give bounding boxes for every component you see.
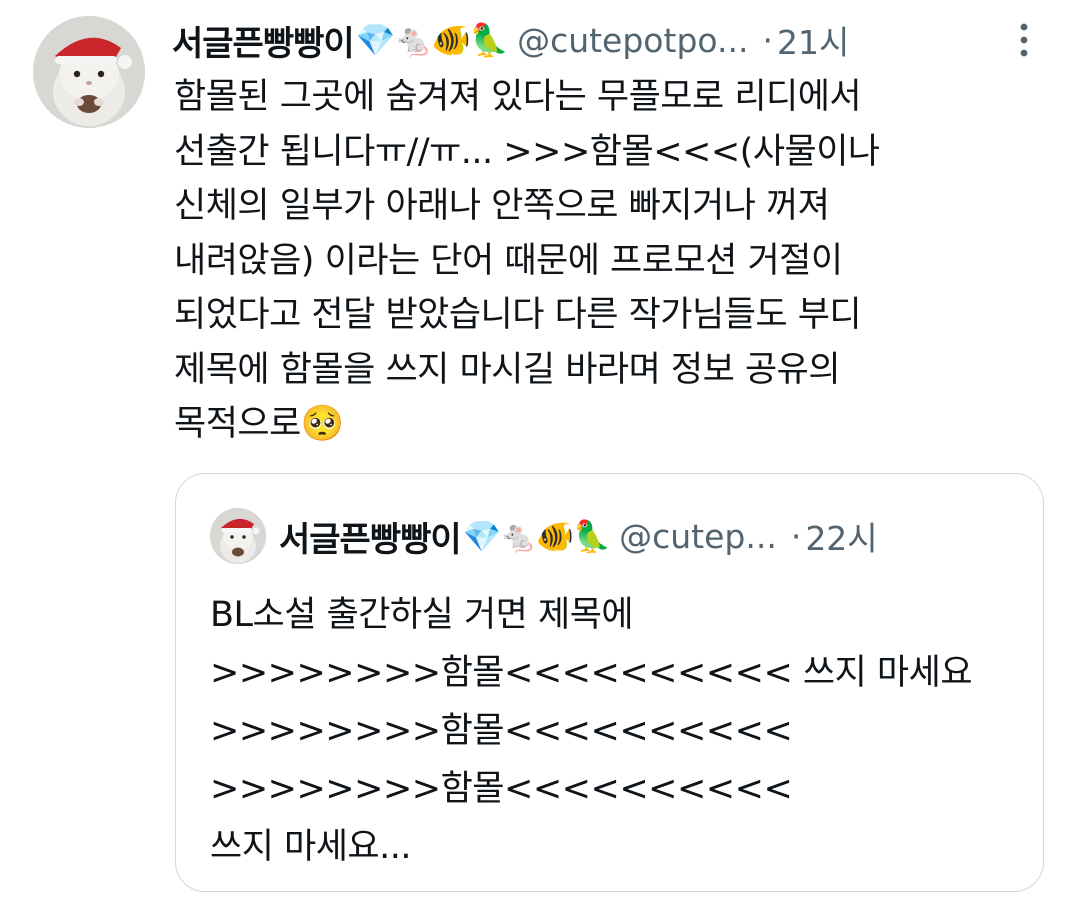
quoted-tweet-time: 22시 <box>805 519 878 558</box>
tweet-text: 함몰된 그곳에 숨겨져 있다는 무플모로 리디에서 선출간 됩니다ㅠ//ㅠ...… <box>174 70 1034 452</box>
tweet-text-line: 신체의 일부가 아래나 안쪽으로 빠지거나 꺼져 <box>174 186 830 226</box>
hamster-avatar-image <box>33 16 145 128</box>
separator-dot: · <box>762 20 773 60</box>
author-avatar[interactable] <box>33 16 145 128</box>
author-emojis: 💎🐁🐠🦜 <box>355 21 509 59</box>
quoted-text-line: >>>>>>>>함몰<<<<<<<<<< <box>210 711 793 751</box>
quoted-text-line: >>>>>>>>함몰<<<<<<<<<< 쓰지 마세요 <box>210 653 973 693</box>
author-name[interactable]: 서글픈빵빵이 <box>172 16 355 65</box>
tweet-text-line: 내려앉음) 이라는 단어 때문에 프로모션 거절이 <box>174 240 843 281</box>
quoted-text-line: BL소설 출간하실 거면 제목에 <box>210 595 634 635</box>
tweet-text-line: 제목에 함몰을 쓰지 마시길 바라며 정보 공유의 <box>174 349 841 390</box>
tweet-header: 서글픈빵빵이 💎🐁🐠🦜 @cutepotpo... · 21시 <box>172 14 1052 66</box>
tweet-text-line: 함몰된 그곳에 숨겨져 있다는 무플모로 리디에서 <box>174 77 862 117</box>
quoted-tweet-card[interactable]: 서글픈빵빵이 💎🐁🐠🦜 @cutep... · 22시 BL소설 출간하실 거면… <box>175 473 1044 892</box>
more-vertical-icon <box>1020 23 1028 57</box>
author-handle[interactable]: @cutepotpo... <box>517 21 748 60</box>
tweet-text-line: 되었다고 전달 받았습니다 다른 작가님들도 부디 <box>174 295 862 335</box>
quoted-separator-dot: · <box>790 516 802 556</box>
quoted-tweet-header: 서글픈빵빵이 💎🐁🐠🦜 @cutep... · 22시 <box>279 508 1019 564</box>
quoted-author-emojis: 💎🐁🐠🦜 <box>462 518 611 555</box>
quoted-text-line: 쓰지 마세요... <box>210 827 412 867</box>
quoted-tweet-text: BL소설 출간하실 거면 제목에 >>>>>>>>함몰<<<<<<<<<< 쓰지… <box>210 586 1010 876</box>
quoted-text-line: >>>>>>>>함몰<<<<<<<<<< <box>210 769 793 809</box>
quoted-author-handle: @cutep... <box>619 516 777 556</box>
tweet-time[interactable]: 21시 <box>777 16 849 64</box>
tweet-text-line: 선출간 됩니다ㅠ//ㅠ... >>>함몰<<<(사물이나 <box>174 131 880 172</box>
quoted-author-avatar <box>210 508 266 564</box>
more-options-button[interactable] <box>1010 18 1038 62</box>
hamster-avatar-image <box>210 508 266 564</box>
quoted-author-name: 서글픈빵빵이 <box>279 519 462 560</box>
tweet-text-line: 목적으로🥺 <box>174 404 344 444</box>
